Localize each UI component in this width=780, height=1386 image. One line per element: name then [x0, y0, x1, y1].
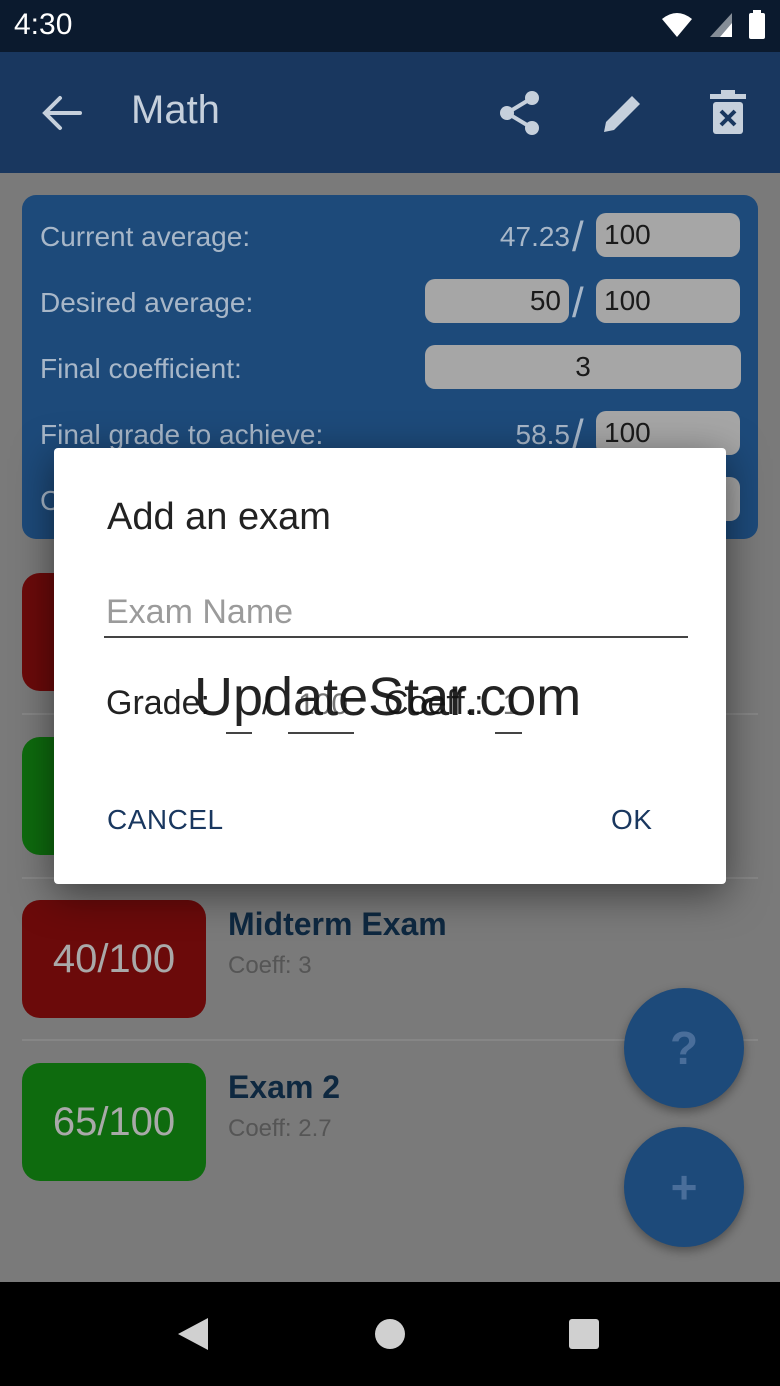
final-grade-label: Final grade to achieve: — [40, 419, 324, 450]
desired-average-label: Desired average: — [40, 287, 254, 318]
exam-coeff: Coeff: 3 — [228, 952, 312, 979]
battery-icon — [749, 10, 765, 39]
dialog-title: Add an exam — [107, 496, 331, 538]
cancel-button[interactable]: CANCEL — [107, 804, 224, 836]
nav-home-icon[interactable] — [374, 1318, 406, 1350]
wifi-icon — [662, 13, 692, 37]
current-average-value: 47.23 — [499, 221, 570, 252]
coeff-input-underline — [495, 732, 522, 734]
back-arrow-icon[interactable] — [38, 90, 84, 136]
grade-badge: 40/100 — [22, 900, 206, 1018]
help-fab-button[interactable]: ? — [624, 988, 744, 1108]
system-nav-bar — [0, 1282, 780, 1386]
final-coefficient-label: Final coefficient: — [40, 353, 242, 384]
final-grade-value: 58.5 — [515, 419, 571, 450]
grade-total-underline — [288, 732, 354, 734]
grade-input-underline — [226, 732, 252, 734]
watermark-text: UpdateStar.com — [194, 667, 582, 727]
nav-recents-icon[interactable] — [568, 1318, 600, 1350]
exam-coeff: Coeff: 2.7 — [228, 1115, 332, 1142]
exam-name: Exam 2 — [228, 1069, 341, 1105]
status-bar: 4:30 — [0, 0, 780, 52]
final-coefficient-row: Final coefficient: 3 — [40, 345, 742, 391]
desired-average-input[interactable]: 50 — [425, 279, 569, 323]
desired-total-field[interactable]: 100 — [596, 279, 740, 323]
add-fab-button[interactable]: + — [624, 1127, 744, 1247]
current-total-field[interactable]: 100 — [596, 213, 740, 257]
slash-separator: / — [572, 279, 584, 326]
page-title: Math — [131, 88, 220, 132]
nav-back-icon[interactable] — [176, 1316, 210, 1352]
share-icon[interactable] — [498, 90, 542, 136]
delete-icon[interactable] — [706, 90, 750, 136]
desired-average-row: Desired average: 50 / 100 — [40, 279, 742, 326]
status-icons — [660, 10, 766, 40]
ok-button[interactable]: OK — [611, 804, 652, 836]
app-bar: Math — [0, 52, 780, 173]
grade-badge: 65/100 — [22, 1063, 206, 1181]
exam-name-input[interactable] — [104, 588, 688, 638]
status-time: 4:30 — [14, 8, 73, 41]
final-coefficient-input[interactable]: 3 — [425, 345, 741, 389]
current-average-row: Current average: 47.23 / 100 — [40, 213, 742, 260]
exam-name: Midterm Exam — [228, 906, 447, 942]
current-average-label: Current average: — [40, 221, 251, 252]
edit-pencil-icon[interactable] — [600, 90, 646, 136]
signal-icon — [710, 13, 732, 37]
slash-separator: / — [572, 213, 584, 260]
